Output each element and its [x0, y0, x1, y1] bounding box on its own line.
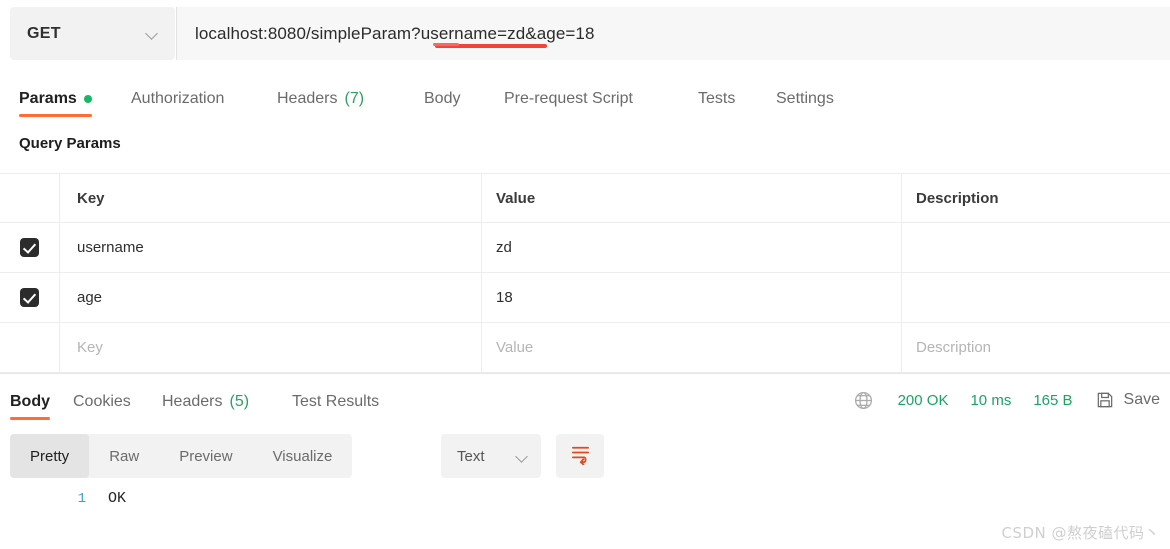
params-modified-dot-icon [83, 94, 92, 103]
header-checkbox-cell [0, 174, 60, 222]
tab-authorization-label: Authorization [131, 89, 225, 107]
view-mode-raw-label: Raw [109, 447, 140, 465]
empty-row-key-cell[interactable]: Key [60, 323, 482, 372]
line-number: 1 [77, 491, 86, 507]
response-format-selector[interactable]: Text [441, 434, 541, 478]
active-tab-indicator [19, 114, 92, 117]
tab-body[interactable]: Body [424, 75, 460, 122]
response-time[interactable]: 10 ms [970, 392, 1011, 409]
save-response-label[interactable]: Save [1124, 391, 1160, 409]
tab-body-label: Body [424, 89, 461, 107]
tab-pre-request-script[interactable]: Pre-request Script [504, 75, 633, 122]
url-text: localhost:8080/simpleParam?username=zd&a… [195, 23, 595, 43]
tab-authorization[interactable]: Authorization [131, 75, 224, 122]
tab-params[interactable]: Params [19, 75, 92, 122]
row-value-cell[interactable]: zd [482, 223, 902, 272]
row-description-cell[interactable] [902, 223, 1170, 272]
response-tab-test-results-label: Test Results [292, 392, 380, 410]
table-header-row: Key Value Description [0, 173, 1170, 223]
tab-headers-label: Headers [277, 89, 338, 107]
tab-tests[interactable]: Tests [698, 75, 735, 122]
tab-settings[interactable]: Settings [776, 75, 834, 122]
postman-request-response-pane: GET localhost:8080/simpleParam?username=… [0, 0, 1170, 549]
empty-row-value-cell[interactable]: Value [482, 323, 902, 372]
response-status[interactable]: 200 OK [898, 392, 949, 409]
response-size[interactable]: 165 B [1033, 392, 1072, 409]
param-enabled-checkbox[interactable] [20, 238, 39, 257]
line-content: OK [108, 490, 127, 507]
view-mode-visualize-label: Visualize [272, 447, 333, 465]
tab-headers-count: (7) [344, 89, 365, 107]
view-mode-visualize[interactable]: Visualize [253, 434, 353, 478]
red-underline-annotation [433, 43, 547, 48]
tab-params-label: Params [19, 89, 77, 107]
code-line: 1 OK [0, 490, 1170, 514]
query-params-title: Query Params [19, 135, 121, 152]
row-key-cell[interactable]: username [60, 223, 482, 272]
view-mode-preview-label: Preview [179, 447, 233, 465]
tab-settings-label: Settings [776, 89, 834, 107]
row-value-cell[interactable]: 18 [482, 273, 902, 322]
empty-row-checkbox-cell [0, 323, 60, 372]
query-params-table: Key Value Description username zd age 18… [0, 173, 1170, 373]
active-response-tab-indicator [10, 417, 50, 420]
row-key-cell[interactable]: age [60, 273, 482, 322]
header-value-cell: Value [482, 174, 902, 222]
tab-tests-label: Tests [698, 89, 736, 107]
wrap-lines-icon [569, 442, 592, 470]
globe-icon[interactable] [853, 390, 874, 411]
response-tab-headers-label: Headers [162, 392, 223, 410]
param-key-text: age [77, 289, 103, 306]
chevron-down-icon [516, 450, 529, 463]
row-checkbox-cell [0, 273, 60, 322]
url-input[interactable]: localhost:8080/simpleParam?username=zd&a… [177, 7, 1170, 60]
response-tab-bar: Body Cookies Headers (5) Test Results [0, 378, 660, 422]
param-value-text: zd [496, 239, 512, 256]
table-row: username zd [0, 223, 1170, 273]
param-enabled-checkbox[interactable] [20, 288, 39, 307]
view-mode-raw[interactable]: Raw [89, 434, 159, 478]
response-separator [0, 373, 1170, 374]
tab-headers[interactable]: Headers (7) [277, 75, 364, 122]
response-tab-body-label: Body [10, 392, 50, 410]
header-key-cell: Key [60, 174, 482, 222]
response-tab-body[interactable]: Body [10, 378, 50, 425]
url-bar: GET localhost:8080/simpleParam?username=… [0, 0, 1170, 67]
header-description-cell: Description [902, 174, 1170, 222]
table-empty-row: Key Value Description [0, 323, 1170, 373]
response-viewer-toolbar: Pretty Raw Preview Visualize Text [0, 434, 1170, 482]
param-value-text: 18 [496, 289, 513, 306]
response-format-label: Text [457, 447, 485, 465]
chevron-down-icon [146, 27, 159, 40]
watermark: CSDN @熬夜磕代码丶 [1001, 524, 1160, 542]
http-method-label: GET [27, 24, 61, 42]
empty-value-placeholder: Value [496, 339, 534, 356]
empty-description-placeholder: Description [916, 339, 992, 356]
response-tab-headers[interactable]: Headers (5) [162, 378, 249, 425]
view-mode-pretty-label: Pretty [30, 447, 70, 465]
row-description-cell[interactable] [902, 273, 1170, 322]
wrap-lines-button[interactable] [556, 434, 604, 478]
param-key-text: username [77, 239, 144, 256]
response-tab-cookies-label: Cookies [73, 392, 131, 410]
row-checkbox-cell [0, 223, 60, 272]
response-body-code[interactable]: 1 OK [0, 490, 1170, 514]
floppy-disk-icon[interactable] [1095, 390, 1115, 410]
view-mode-preview[interactable]: Preview [159, 434, 252, 478]
response-tab-test-results[interactable]: Test Results [292, 378, 379, 425]
http-method-selector[interactable]: GET [10, 7, 175, 60]
header-description-label: Description [916, 189, 999, 207]
table-row: age 18 [0, 273, 1170, 323]
empty-key-placeholder: Key [77, 339, 103, 356]
header-key-label: Key [77, 189, 105, 207]
request-tab-bar: Params Authorization Headers (7) Body Pr… [0, 75, 1170, 122]
view-mode-pretty[interactable]: Pretty [10, 434, 90, 478]
response-tab-headers-count: (5) [229, 392, 250, 410]
response-meta-bar: 200 OK 10 ms 165 B Save [853, 378, 1170, 422]
empty-row-description-cell[interactable]: Description [902, 323, 1170, 372]
view-mode-group: Pretty Raw Preview Visualize [10, 434, 353, 478]
response-tab-cookies[interactable]: Cookies [73, 378, 131, 425]
header-value-label: Value [496, 189, 536, 207]
tab-pre-request-script-label: Pre-request Script [504, 89, 633, 107]
